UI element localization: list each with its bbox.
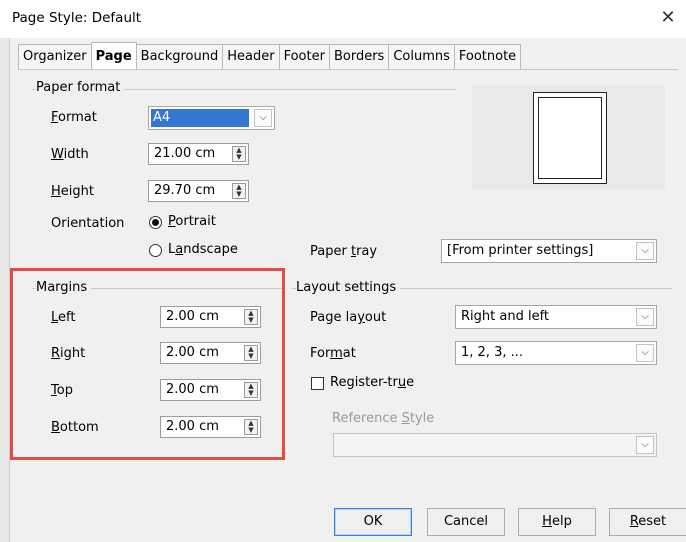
width-stepper[interactable]: 21.00 cm ▲ ▼ (148, 143, 249, 165)
reference-style-label: Reference Style (332, 411, 435, 426)
cancel-button[interactable]: Cancel (427, 508, 505, 536)
paper-format-legend: Paper format (36, 80, 125, 95)
tab-columns[interactable]: Columns (388, 44, 455, 69)
page-layout-label: Page layout (310, 310, 387, 325)
chevron-down-icon[interactable]: ⌵ (254, 109, 272, 127)
paper-tray-select[interactable]: [From printer settings] ⌵ (441, 239, 657, 263)
height-stepper[interactable]: 29.70 cm ▲ ▼ (148, 180, 249, 202)
paper-format-select[interactable]: A4 ⌵ (148, 106, 275, 130)
spin-arrows-icon[interactable]: ▲ ▼ (232, 183, 246, 199)
numbering-format-select[interactable]: 1, 2, 3, ... ⌵ (455, 341, 657, 365)
window-title: Page Style: Default (12, 10, 142, 26)
spin-arrows-icon[interactable]: ▲ ▼ (232, 146, 246, 162)
tab-footnote[interactable]: Footnote (453, 44, 522, 69)
reset-button[interactable]: Reset (609, 508, 686, 536)
numbering-format-label: Format (310, 346, 356, 361)
tab-organizer[interactable]: Organizer (18, 44, 92, 69)
landscape-radio[interactable] (149, 244, 162, 257)
page-style-dialog: Page Style: Default ✕ Organizer Page Bac… (0, 0, 686, 542)
width-label: Width (51, 147, 89, 162)
register-true-checkbox[interactable] (311, 377, 324, 390)
width-value: 21.00 cm (154, 146, 216, 161)
layout-settings-legend: Layout settings (296, 280, 401, 295)
page-layout-select[interactable]: Right and left ⌵ (455, 305, 657, 329)
margins-highlight-box (10, 268, 285, 460)
preview-page (533, 92, 607, 184)
page-preview (472, 86, 665, 190)
chevron-down-icon[interactable]: ⌵ (636, 242, 654, 260)
height-value: 29.70 cm (154, 183, 216, 198)
chevron-down-icon[interactable]: ⌵ (636, 308, 654, 326)
landscape-label[interactable]: Landscape (168, 242, 238, 257)
portrait-radio[interactable] (149, 216, 162, 229)
paper-format-value: A4 (151, 109, 249, 127)
preview-margin-box (538, 97, 602, 179)
close-icon[interactable]: ✕ (656, 6, 680, 30)
reference-style-select[interactable]: ⌵ (333, 433, 657, 457)
paper-tray-value: [From printer settings] (447, 243, 594, 258)
tab-borders[interactable]: Borders (328, 44, 390, 69)
ok-button[interactable]: OK (334, 508, 412, 536)
chevron-down-icon[interactable]: ⌵ (636, 436, 654, 454)
tab-bar: Organizer Page Background Header Footer … (18, 42, 522, 70)
height-label: Height (51, 184, 94, 199)
register-true-label[interactable]: Register-true (330, 375, 414, 390)
numbering-format-value: 1, 2, 3, ... (461, 345, 524, 360)
title-bar: Page Style: Default ✕ (0, 0, 686, 38)
tab-header[interactable]: Header (222, 44, 280, 69)
tab-page[interactable]: Page (90, 42, 137, 69)
tab-background[interactable]: Background (135, 44, 224, 69)
orientation-label: Orientation (51, 216, 125, 231)
window-edge (0, 38, 10, 542)
chevron-down-icon[interactable]: ⌵ (636, 344, 654, 362)
page-layout-value: Right and left (461, 309, 550, 324)
paper-tray-label: Paper tray (310, 244, 378, 259)
tab-footer[interactable]: Footer (278, 44, 330, 69)
format-label: Format (51, 110, 97, 125)
portrait-label[interactable]: Portrait (168, 214, 216, 229)
help-button[interactable]: Help (518, 508, 596, 536)
